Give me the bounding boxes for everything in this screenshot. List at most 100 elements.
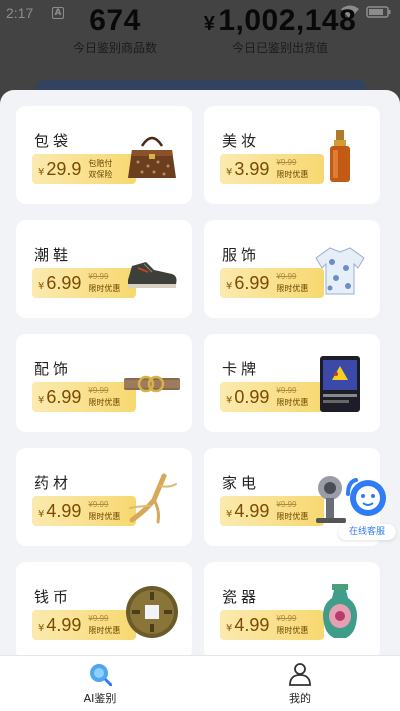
serum-bottle-icon (330, 130, 350, 182)
category-card-accessories[interactable]: 配饰 ¥ 6.99 ¥9.99 限时优惠 (16, 334, 192, 432)
price-tag: ¥ 6.99 ¥9.99 限时优惠 (32, 268, 136, 298)
original-price: ¥9.99 (88, 500, 109, 509)
promo-label: 限时优惠 (276, 398, 309, 407)
price-value: 4.99 (46, 500, 82, 521)
tab-label: 我的 (289, 692, 311, 705)
promo-label: 限时优惠 (276, 512, 309, 521)
promo-label: 限时优惠 (276, 626, 309, 635)
promo-label: 限时优惠 (88, 398, 121, 407)
bottom-tab-bar: AI鉴别 我的 (0, 655, 400, 711)
trading-card-icon (320, 356, 360, 412)
promo-block: ¥9.99 限时优惠 (276, 613, 308, 637)
original-price: ¥9.99 (276, 272, 297, 281)
belt-icon (124, 375, 180, 393)
tab-label: AI鉴别 (83, 692, 117, 705)
price-value: 29.9 (46, 158, 82, 179)
original-price: ¥9.99 (276, 158, 297, 167)
promo-block: 包赔付 双保险 (88, 158, 112, 180)
price-currency: ¥ (226, 166, 233, 178)
promo-block: ¥9.99 限时优惠 (276, 499, 308, 523)
category-card-beauty[interactable]: 美妆 ¥ 3.99 ¥9.99 限时优惠 (204, 106, 380, 204)
category-card-apparel[interactable]: 服饰 ¥ 6.99 ¥9.99 限时优惠 (204, 220, 380, 318)
promo-block: ¥9.99 限时优惠 (276, 271, 308, 295)
promo-block: ¥9.99 限时优惠 (88, 385, 120, 409)
category-card-sneakers[interactable]: 潮鞋 ¥ 6.99 ¥9.99 限时优惠 (16, 220, 192, 318)
category-sheet: 包袋 ¥ 29.9 包赔付 双保险 美妆 ¥ 3.99 ¥9.99 限时优惠 潮… (0, 90, 400, 711)
online-service-button[interactable]: 在线客服 (338, 478, 396, 540)
price-value: 4.99 (234, 500, 270, 521)
price-currency: ¥ (38, 394, 45, 406)
tab-ai-identify[interactable]: AI鉴别 (0, 656, 200, 711)
category-card-coins[interactable]: 钱币 ¥ 4.99 ¥9.99 限时优惠 (16, 562, 192, 660)
price-value: 6.99 (46, 272, 82, 293)
price-value: 6.99 (234, 272, 270, 293)
price-tag: ¥ 6.99 ¥9.99 限时优惠 (32, 382, 136, 412)
promo-block: ¥9.99 限时优惠 (276, 157, 308, 181)
category-title: 家电 (222, 474, 261, 492)
price-currency: ¥ (38, 622, 45, 634)
tab-mine[interactable]: 我的 (200, 656, 400, 711)
price-tag: ¥ 29.9 包赔付 双保险 (32, 154, 136, 184)
original-price: ¥9.99 (88, 386, 109, 395)
sneaker-icon (128, 262, 177, 288)
price-value: 4.99 (234, 614, 270, 635)
price-tag: ¥ 6.99 ¥9.99 限时优惠 (220, 268, 324, 298)
category-title: 钱币 (34, 588, 73, 606)
price-currency: ¥ (226, 280, 233, 292)
category-title: 配饰 (34, 360, 73, 378)
price-tag: ¥ 4.99 ¥9.99 限时优惠 (220, 496, 324, 526)
coin-icon (126, 586, 178, 638)
price-currency: ¥ (226, 622, 233, 634)
price-tag: ¥ 4.99 ¥9.99 限时优惠 (32, 610, 136, 640)
handbag-icon (128, 136, 176, 178)
promo-label: 限时优惠 (88, 512, 121, 521)
promo-block: ¥9.99 限时优惠 (276, 385, 308, 409)
customer-service-icon (346, 478, 386, 516)
vase-icon (323, 584, 357, 638)
promo-label: 限时优惠 (88, 284, 121, 293)
ginseng-icon (129, 473, 177, 524)
price-currency: ¥ (38, 280, 45, 292)
price-tag: ¥ 3.99 ¥9.99 限时优惠 (220, 154, 324, 184)
online-service-label: 在线客服 (338, 524, 396, 540)
category-grid: 包袋 ¥ 29.9 包赔付 双保险 美妆 ¥ 3.99 ¥9.99 限时优惠 潮… (16, 106, 384, 660)
category-card-herbs[interactable]: 药材 ¥ 4.99 ¥9.99 限时优惠 (16, 448, 192, 546)
price-currency: ¥ (38, 166, 45, 178)
promo-block: ¥9.99 限时优惠 (88, 499, 120, 523)
category-card-bags[interactable]: 包袋 ¥ 29.9 包赔付 双保险 (16, 106, 192, 204)
price-value: 0.99 (234, 386, 270, 407)
original-price: ¥9.99 (88, 614, 109, 623)
price-tag: ¥ 0.99 ¥9.99 限时优惠 (220, 382, 324, 412)
price-value: 6.99 (46, 386, 82, 407)
promo-label: 限时优惠 (276, 284, 309, 293)
price-tag: ¥ 4.99 ¥9.99 限时优惠 (220, 610, 324, 640)
original-price: ¥9.99 (276, 614, 297, 623)
category-title: 包袋 (34, 132, 73, 150)
shirt-icon (315, 247, 365, 295)
price-tag: ¥ 4.99 ¥9.99 限时优惠 (32, 496, 136, 526)
price-currency: ¥ (226, 394, 233, 406)
category-card-porcelain[interactable]: 瓷器 ¥ 4.99 ¥9.99 限时优惠 (204, 562, 380, 660)
promo-block: ¥9.99 限时优惠 (88, 613, 120, 637)
category-title: 瓷器 (222, 588, 261, 606)
original-price: ¥9.99 (276, 386, 297, 395)
price-currency: ¥ (226, 508, 233, 520)
price-currency: ¥ (38, 508, 45, 520)
promo-line-2: 双保险 (88, 170, 113, 179)
original-price: ¥9.99 (88, 272, 109, 281)
price-value: 4.99 (46, 614, 82, 635)
category-title: 美妆 (222, 132, 261, 150)
person-icon (289, 663, 311, 686)
original-price: ¥9.99 (276, 500, 297, 509)
category-title: 潮鞋 (34, 246, 73, 264)
category-card-trading-cards[interactable]: 卡牌 ¥ 0.99 ¥9.99 限时优惠 (204, 334, 380, 432)
promo-line-1: 包赔付 (88, 159, 113, 168)
category-title: 药材 (34, 474, 73, 492)
search-icon (90, 664, 112, 686)
promo-label: 限时优惠 (276, 170, 309, 179)
price-value: 3.99 (234, 158, 270, 179)
promo-label: 限时优惠 (88, 626, 121, 635)
category-title: 卡牌 (222, 360, 261, 378)
promo-block: ¥9.99 限时优惠 (88, 271, 120, 295)
category-title: 服饰 (222, 246, 261, 264)
